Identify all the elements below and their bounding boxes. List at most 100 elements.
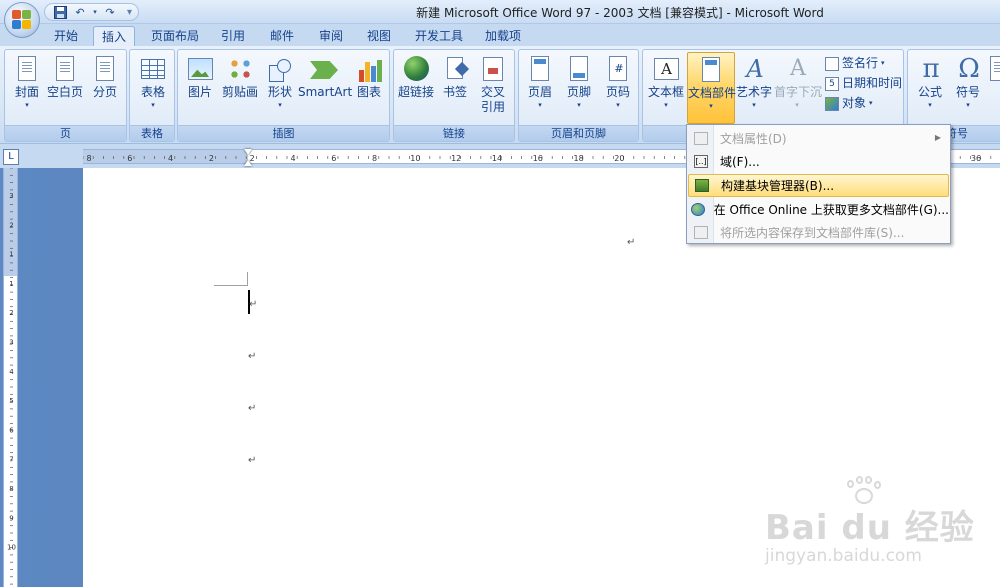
table-button[interactable]: 表格 ▾ (134, 52, 172, 124)
special-symbol-button[interactable] (990, 52, 1000, 124)
tab-home[interactable]: 开始 (45, 26, 87, 46)
chevron-down-icon: ▾ (25, 101, 29, 109)
tab-insert[interactable]: 插入 (93, 26, 135, 47)
calendar-icon: 5 (825, 76, 839, 91)
save-to-gallery-icon (688, 221, 714, 244)
tab-references[interactable]: 引用 (213, 26, 253, 46)
group-label-header-footer: 页眉和页脚 (519, 125, 638, 141)
hyperlink-button[interactable]: 超链接 (396, 52, 436, 124)
tab-page-layout[interactable]: 页面布局 (144, 26, 206, 46)
office-button[interactable] (4, 2, 40, 38)
group-label-illustrations: 插图 (178, 125, 389, 141)
vertical-ruler-label: 3 (9, 192, 13, 200)
vertical-ruler-label: 10 (7, 544, 16, 552)
tab-review[interactable]: 审阅 (311, 26, 351, 46)
equation-button[interactable]: π 公式 ▾ (910, 52, 950, 124)
chevron-down-icon: ▾ (664, 101, 668, 109)
date-time-button[interactable]: 5 日期和时间 (825, 74, 902, 93)
window-title: 新建 Microsoft Office Word 97 - 2003 文档 [兼… (416, 6, 824, 20)
clip-art-icon (229, 58, 252, 80)
chevron-down-icon: ▾ (616, 101, 620, 109)
group-label-pages: 页 (5, 125, 126, 141)
indent-marker[interactable] (244, 149, 253, 166)
chevron-down-icon: ▾ (577, 101, 581, 109)
ruler-label: 36 (971, 154, 981, 163)
vertical-ruler-label: 4 (9, 368, 14, 376)
header-button[interactable]: 页眉 ▾ (522, 52, 558, 124)
picture-icon (188, 58, 213, 80)
vertical-ruler[interactable]: 3 2 1 1 2 3 4 5 6 7 8 9 10 (3, 168, 18, 587)
ruler-label: 6 (127, 154, 132, 163)
chevron-down-icon: ▾ (709, 102, 713, 110)
footer-button[interactable]: 页脚 ▾ (561, 52, 597, 124)
chevron-down-icon: ▾ (752, 101, 756, 109)
wordart-button[interactable]: A 艺术字 ▾ (736, 52, 772, 124)
bookmark-button[interactable]: 书签 (437, 52, 473, 124)
paragraph-mark: ↵ (627, 237, 636, 248)
vertical-ruler-label: 9 (9, 514, 13, 522)
office-logo-icon (12, 10, 32, 30)
vertical-ruler-label: 2 (9, 309, 13, 317)
submenu-arrow-icon: ▶ (934, 133, 941, 142)
vertical-ruler-label: 8 (9, 485, 13, 493)
quick-parts-button[interactable]: 文档部件 ▾ (687, 52, 736, 124)
chevron-down-icon: ▾ (278, 101, 282, 109)
paragraph-mark: ↵ (249, 299, 258, 310)
text-box-icon: A (654, 58, 679, 80)
clip-art-button[interactable]: 剪贴画 (220, 52, 260, 124)
chart-button[interactable]: 图表 (351, 52, 387, 124)
chevron-down-icon: ▾ (795, 101, 799, 109)
group-pages: 封面 ▾ 空白页 分页 页 (4, 49, 127, 142)
vertical-ruler-label: 1 (9, 280, 13, 288)
footer-icon (570, 56, 588, 81)
page-break-button[interactable]: 分页 (86, 52, 124, 124)
cross-reference-button[interactable]: 交叉 引用 (475, 52, 511, 124)
drop-cap-button[interactable]: A 首字下沉 ▾ (774, 52, 822, 124)
title-bar: ↶ ▾ ↷ ▾ 新建 Microsoft Office Word 97 - 20… (0, 0, 1000, 24)
chart-icon (358, 58, 382, 82)
ruler-label: 16 (533, 154, 543, 163)
vertical-ruler-ticks: 3 2 1 1 2 3 4 5 6 7 8 9 10 (7, 168, 16, 585)
group-header-footer: 页眉 ▾ 页脚 ▾ 页码 ▾ 页眉和页脚 (518, 49, 639, 142)
field-icon: [..] (694, 155, 708, 168)
drop-cap-icon: A (790, 56, 806, 81)
tab-selector-icon[interactable]: L (3, 149, 19, 165)
word-window: ↶ ▾ ↷ ▾ 新建 Microsoft Office Word 97 - 20… (0, 0, 1000, 587)
cover-page-button[interactable]: 封面 ▾ (8, 52, 46, 124)
vertical-ruler-label: 7 (9, 456, 13, 464)
ruler-label: 12 (451, 154, 461, 163)
group-illustrations: 图片 剪贴画 形状 ▾ SmartArt 图表 插图 (177, 49, 390, 142)
tab-add-ins[interactable]: 加载项 (478, 26, 528, 46)
text-box-button[interactable]: A 文本框 ▾ (647, 52, 685, 124)
ribbon-tabs: 开始 插入 页面布局 引用 邮件 审阅 视图 开发工具 加载项 (0, 24, 1000, 47)
object-button[interactable]: 对象 ▾ (825, 94, 873, 113)
smartart-button[interactable]: SmartArt (298, 52, 352, 124)
menu-item-building-blocks-organizer[interactable]: 构建基块管理器(B)... (688, 174, 949, 197)
ruler-label: 20 (614, 154, 624, 163)
chevron-down-icon: ▾ (881, 59, 885, 67)
tab-view[interactable]: 视图 (359, 26, 399, 46)
menu-item-document-property[interactable]: 文档属性(D) ▶ (688, 127, 949, 150)
blank-page-button[interactable]: 空白页 (46, 52, 84, 124)
menu-item-field[interactable]: [..] 域(F)... (688, 150, 949, 173)
picture-button[interactable]: 图片 (182, 52, 218, 124)
smartart-icon (310, 61, 338, 79)
signature-line-button[interactable]: 签名行 ▾ (825, 54, 885, 73)
chevron-down-icon: ▾ (538, 101, 542, 109)
page-number-button[interactable]: 页码 ▾ (600, 52, 636, 124)
ruler-label: 8 (372, 154, 377, 163)
tab-mailings[interactable]: 邮件 (262, 26, 302, 46)
cover-page-icon (18, 56, 36, 81)
ruler-label: 2 (209, 154, 214, 163)
ruler-label: 4 (168, 154, 173, 163)
chevron-down-icon: ▾ (151, 101, 155, 109)
symbol-button[interactable]: Ω 符号 ▾ (950, 52, 986, 124)
menu-item-office-online[interactable]: 在 Office Online 上获取更多文档部件(G)... (688, 198, 949, 221)
shapes-button[interactable]: 形状 ▾ (262, 52, 298, 124)
paragraph-mark: ↵ (248, 351, 257, 362)
menu-item-save-to-gallery[interactable]: 将所选内容保存到文档部件库(S)... (688, 221, 949, 244)
crop-mark (214, 272, 248, 286)
chevron-down-icon: ▾ (966, 101, 970, 109)
tab-developer[interactable]: 开发工具 (408, 26, 470, 46)
paragraph-mark: ↵ (248, 455, 257, 466)
